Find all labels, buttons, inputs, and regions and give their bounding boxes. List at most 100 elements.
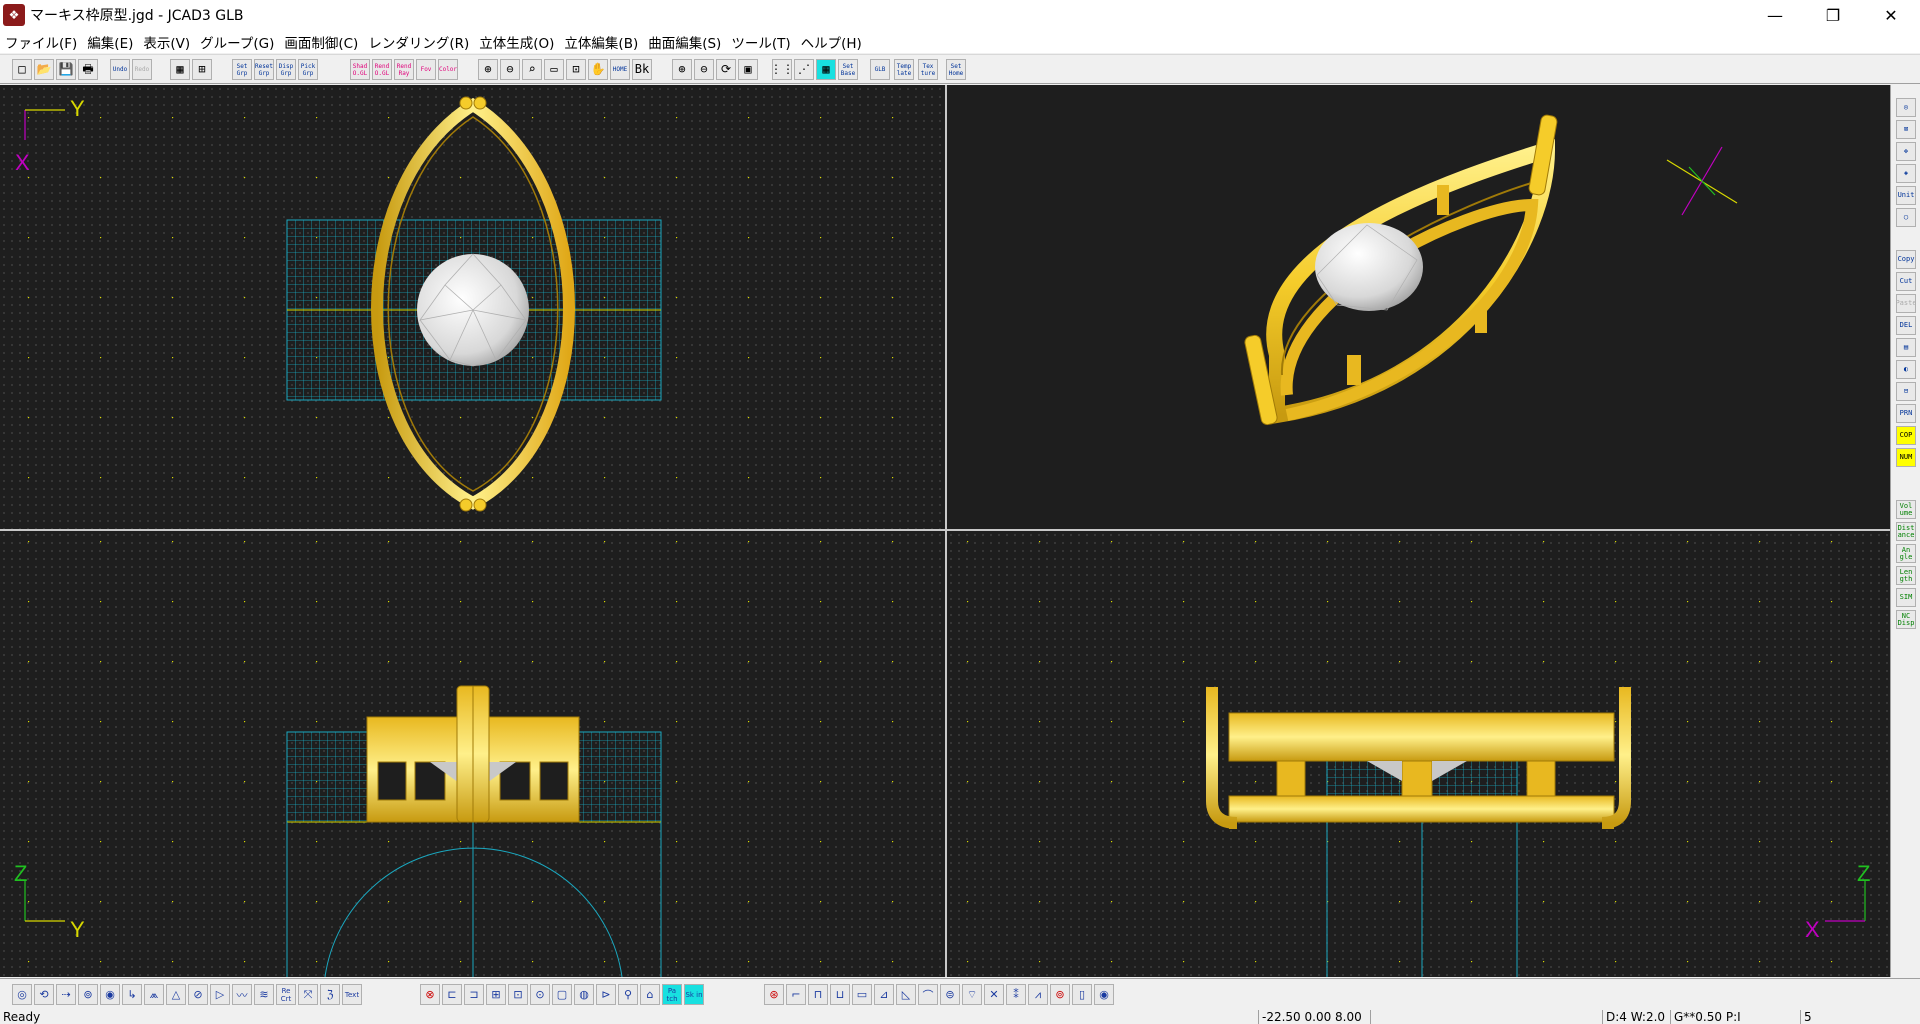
- ring-icon[interactable]: ⚲: [618, 984, 638, 1005]
- step-icon[interactable]: ⊓: [808, 984, 828, 1005]
- cube-icon[interactable]: ▢: [552, 984, 572, 1005]
- chamfer-icon[interactable]: ◺: [896, 984, 916, 1005]
- ellipse-icon[interactable]: ◉: [100, 984, 120, 1005]
- grid-snap-icon[interactable]: ⋰: [794, 59, 814, 80]
- channel-icon[interactable]: ⊔: [830, 984, 850, 1005]
- mirror-icon[interactable]: ✕: [984, 984, 1004, 1005]
- new-file-icon[interactable]: □: [12, 59, 32, 80]
- trim-icon[interactable]: ⩕: [144, 984, 164, 1005]
- render-opengl-icon[interactable]: Rend O.GL: [372, 59, 392, 80]
- taper-icon[interactable]: ⌔: [962, 984, 982, 1005]
- glb-icon[interactable]: GLB: [870, 59, 890, 80]
- circle-icon[interactable]: ◯: [1896, 208, 1916, 227]
- reset-group-icon[interactable]: Reset Grp: [254, 59, 274, 80]
- gem-setting-icon[interactable]: ⊚: [1050, 984, 1070, 1005]
- spiral-icon[interactable]: ℨ: [320, 984, 340, 1005]
- zoom-in-red-icon[interactable]: ⊕: [672, 59, 692, 80]
- cylinder-icon[interactable]: ◍: [574, 984, 594, 1005]
- menu-solid-edit[interactable]: 立体編集(B): [559, 32, 643, 52]
- offset-icon[interactable]: ↳: [122, 984, 142, 1005]
- close-button[interactable]: ✕: [1862, 0, 1920, 30]
- side-frame-top-band[interactable]: [1228, 712, 1615, 762]
- cone-icon[interactable]: ⊳: [596, 984, 616, 1005]
- maximize-button[interactable]: ❐: [1804, 0, 1862, 30]
- deform-icon[interactable]: ⩘: [1028, 984, 1048, 1005]
- pick-group-icon[interactable]: Pick Grp: [298, 59, 318, 80]
- section-icon[interactable]: ▯: [1072, 984, 1092, 1005]
- four-view-icon[interactable]: ⊞: [192, 59, 212, 80]
- extend-icon[interactable]: ▷: [210, 984, 230, 1005]
- menu-file[interactable]: ファイル(F): [0, 32, 82, 52]
- texture-icon[interactable]: Tex ture: [918, 59, 938, 80]
- wave-icon[interactable]: 〰: [232, 984, 252, 1005]
- save-icon[interactable]: 💾: [56, 59, 76, 80]
- viewport-splitter-horizontal[interactable]: [0, 529, 1890, 531]
- print-icon[interactable]: 🖶: [78, 59, 98, 80]
- rotate-view-icon[interactable]: ⟳: [716, 59, 736, 80]
- twist-icon[interactable]: ⊜: [940, 984, 960, 1005]
- distance-icon[interactable]: Dist ance: [1896, 522, 1916, 541]
- num-icon[interactable]: NUM: [1896, 448, 1916, 467]
- patch-icon[interactable]: Pa tch: [662, 984, 682, 1005]
- grid-dots-icon[interactable]: ⋮⋮: [772, 59, 792, 80]
- nc-display-icon[interactable]: NC Disp: [1896, 610, 1916, 629]
- undo-icon[interactable]: Undo: [110, 59, 130, 80]
- wedge-icon[interactable]: ⊿: [874, 984, 894, 1005]
- loft-icon[interactable]: ⊞: [486, 984, 506, 1005]
- set-base-icon[interactable]: Set Base: [838, 59, 858, 80]
- volume-icon[interactable]: Vol ume: [1896, 500, 1916, 519]
- array-icon[interactable]: ⁑: [1006, 984, 1026, 1005]
- fillet-icon[interactable]: ⊘: [188, 984, 208, 1005]
- cop-icon[interactable]: COP: [1896, 426, 1916, 445]
- set-home-icon[interactable]: Set Home: [946, 59, 966, 80]
- sweep-icon[interactable]: ⊐: [464, 984, 484, 1005]
- rect-solid-icon[interactable]: ▭: [852, 984, 872, 1005]
- zoom-out-icon[interactable]: ⊖: [500, 59, 520, 80]
- boolean-icon[interactable]: ⊛: [764, 984, 784, 1005]
- paste-icon[interactable]: Paste: [1896, 294, 1916, 313]
- viewport-perspective[interactable]: [947, 85, 1890, 529]
- menu-view[interactable]: 表示(V): [138, 32, 195, 52]
- box-icon[interactable]: ⊡: [508, 984, 528, 1005]
- menu-rendering[interactable]: レンダリング(R): [363, 32, 474, 52]
- viewport-side[interactable]: Z X: [947, 531, 1890, 977]
- menu-help[interactable]: ヘルプ(H): [796, 32, 867, 52]
- menu-surface-edit[interactable]: 曲面編集(S): [643, 32, 726, 52]
- view-layout-icon[interactable]: ▦: [170, 59, 190, 80]
- viewport-top[interactable]: Y X: [0, 85, 945, 529]
- display-group-icon[interactable]: Disp Grp: [276, 59, 296, 80]
- pan-hand-icon[interactable]: ✋: [588, 59, 608, 80]
- open-folder-icon[interactable]: 📂: [34, 59, 54, 80]
- light-icon[interactable]: ◎: [1896, 98, 1916, 117]
- app-logo-icon[interactable]: ❖: [3, 4, 25, 26]
- delete-icon[interactable]: DEL: [1896, 316, 1916, 335]
- bend-icon[interactable]: ⌒: [918, 984, 938, 1005]
- material-icon[interactable]: ◐: [1896, 360, 1916, 379]
- sim-icon[interactable]: SIM: [1896, 588, 1916, 607]
- curve-icon[interactable]: ⟲: [34, 984, 54, 1005]
- home-view-icon[interactable]: HOME: [610, 59, 630, 80]
- menu-edit[interactable]: 編集(E): [82, 32, 138, 52]
- shade-opengl-icon[interactable]: Shad O.GL: [350, 59, 370, 80]
- viewport-splitter-vertical[interactable]: [945, 85, 947, 977]
- point-icon[interactable]: ◎: [12, 984, 32, 1005]
- move-icon[interactable]: ✥: [1896, 142, 1916, 161]
- viewport-front[interactable]: Z Y: [0, 531, 945, 977]
- arc-icon[interactable]: ⊚: [78, 984, 98, 1005]
- fov-icon[interactable]: Fov: [416, 59, 436, 80]
- extrude-icon[interactable]: ⊏: [442, 984, 462, 1005]
- corner-icon[interactable]: ⌐: [786, 984, 806, 1005]
- length-icon[interactable]: Len gth: [1896, 566, 1916, 585]
- unit-icon[interactable]: Unit: [1896, 186, 1916, 205]
- tree-icon[interactable]: ⊟: [1896, 382, 1916, 401]
- minimize-button[interactable]: —: [1746, 0, 1804, 30]
- frame-view-icon[interactable]: ▣: [738, 59, 758, 80]
- grid-color-icon[interactable]: ▦: [816, 59, 836, 80]
- zoom-out-red-icon[interactable]: ⊖: [694, 59, 714, 80]
- menu-group[interactable]: グループ(G): [195, 32, 279, 52]
- template-icon[interactable]: Temp late: [894, 59, 914, 80]
- menu-tools[interactable]: ツール(T): [726, 32, 795, 52]
- scale-icon[interactable]: ⤧: [298, 984, 318, 1005]
- polygon-icon[interactable]: △: [166, 984, 186, 1005]
- perspective-gem[interactable]: [1315, 223, 1423, 311]
